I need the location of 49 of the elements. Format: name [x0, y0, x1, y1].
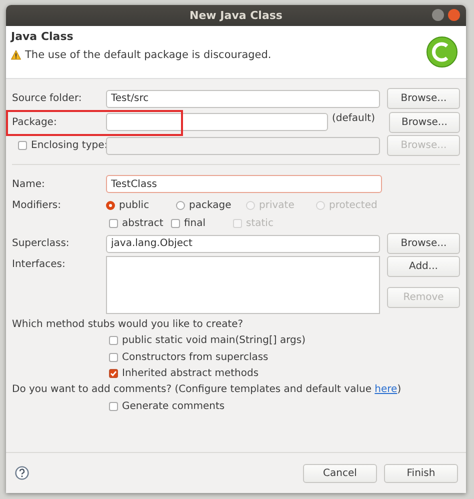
checkbox[interactable] — [109, 352, 118, 362]
method-stubs-prompt: Which method stubs would you like to create? — [12, 318, 244, 332]
checkbox-label: Constructors from superclass — [122, 352, 268, 363]
browse-button[interactable]: Browse... — [387, 88, 460, 110]
default-label: (default) — [332, 113, 376, 126]
checkbox-label: Inherited abstract methods — [122, 368, 259, 380]
checkbox-label: Enclosing type: — [31, 140, 108, 152]
header-title: Java Class — [11, 30, 74, 43]
checkbox[interactable] — [109, 369, 118, 378]
radio-label: private — [259, 200, 294, 210]
superclass-field[interactable]: java.lang.Object — [106, 234, 380, 253]
checkbox-label: Generate comments — [122, 400, 225, 412]
browse-button[interactable]: Browse... — [387, 233, 460, 254]
interfaces-list[interactable] — [106, 256, 380, 314]
name-field[interactable]: TestClass — [106, 175, 382, 194]
finish-button[interactable]: Finish — [384, 464, 458, 482]
checkbox-label: public static void main(String[] args) — [122, 335, 306, 346]
templates-link[interactable]: here — [374, 384, 398, 395]
add-button[interactable]: Add... — [387, 256, 460, 276]
checkbox[interactable] — [171, 218, 180, 228]
checkbox[interactable] — [109, 402, 118, 411]
field-label: Source folder: — [12, 93, 83, 104]
cancel-button[interactable]: Cancel — [303, 464, 377, 482]
minimize-button[interactable] — [432, 9, 444, 21]
checkbox[interactable] — [109, 218, 118, 228]
field-label: Name: — [12, 178, 46, 190]
radio-label: protected — [329, 200, 378, 210]
field-label: Modifiers: — [12, 200, 62, 210]
comments-prompt: Do you want to add comments? (Configure templates and default value here) — [12, 383, 402, 397]
checkbox-label: final — [184, 218, 206, 228]
warning-message: The use of the default package is discouraged. — [25, 49, 272, 61]
checkbox-label: static — [246, 218, 274, 228]
help-icon[interactable] — [15, 466, 29, 480]
radio-button[interactable] — [176, 200, 185, 210]
field-label: Interfaces: — [12, 258, 66, 270]
class-icon — [426, 36, 458, 68]
field-label: Superclass: — [12, 238, 70, 250]
field-label: Package: — [12, 116, 58, 128]
radio-button[interactable] — [106, 200, 115, 210]
checkbox[interactable] — [109, 336, 118, 346]
radio-label: package — [189, 200, 232, 210]
checkbox-label: abstract — [122, 218, 164, 228]
source-folder-field[interactable]: Test/src — [106, 90, 380, 108]
window-title: New Java Class — [190, 9, 282, 22]
browse-button[interactable]: Browse... — [389, 112, 460, 133]
package-field[interactable] — [106, 113, 328, 132]
radio-label: public — [119, 200, 150, 210]
warning-icon — [11, 50, 21, 60]
close-button[interactable] — [448, 9, 460, 21]
